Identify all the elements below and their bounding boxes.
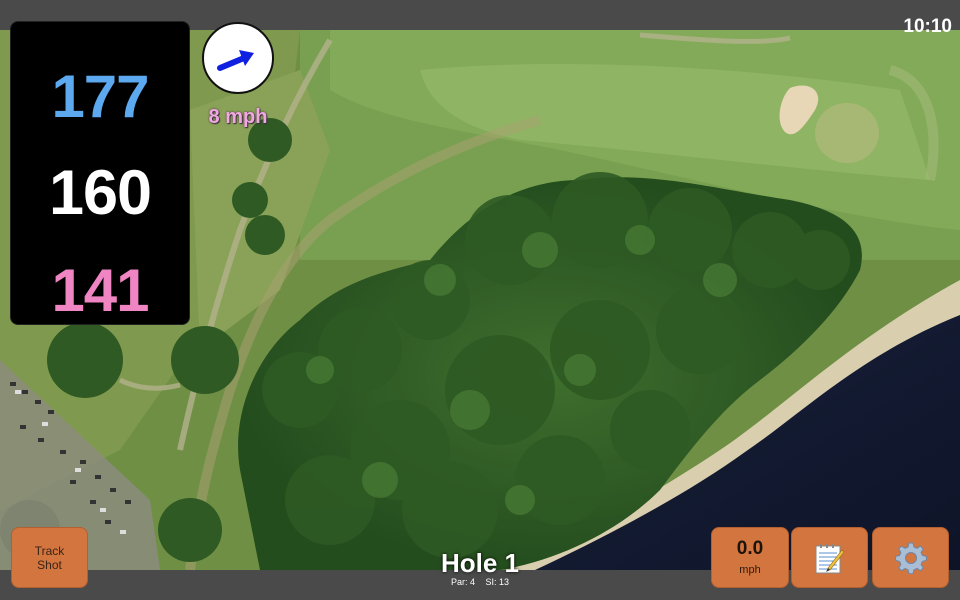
hole-par: Par: 4 — [450, 577, 475, 587]
hole-details: Par: 4 SI: 13 — [380, 577, 580, 587]
notes-button[interactable] — [792, 528, 867, 587]
hole-title: Hole 1 — [440, 548, 520, 578]
settings-button[interactable] — [873, 528, 948, 587]
gear-icon — [895, 542, 927, 574]
front-distance: 141 — [51, 257, 149, 324]
clock-time: 10:10 — [903, 16, 952, 37]
wind-indicator — [202, 22, 274, 94]
track-shot-button[interactable]: Track Shot — [12, 528, 87, 587]
notepad-icon — [815, 544, 844, 574]
back-distance: 177 — [51, 63, 149, 130]
wind-arrow-icon — [217, 50, 254, 71]
speed-value: 0.0 — [736, 538, 764, 559]
speed-button[interactable]: 0.0 mph — [712, 528, 788, 587]
wind-speed: 8 mph — [208, 106, 268, 128]
center-distance: 160 — [48, 158, 152, 228]
distance-panel[interactable]: 177 160 141 — [11, 22, 189, 324]
hole-stroke-index: SI: 13 — [485, 577, 510, 587]
track-shot-label: Track Shot — [34, 544, 65, 572]
speed-unit: mph — [739, 564, 761, 576]
